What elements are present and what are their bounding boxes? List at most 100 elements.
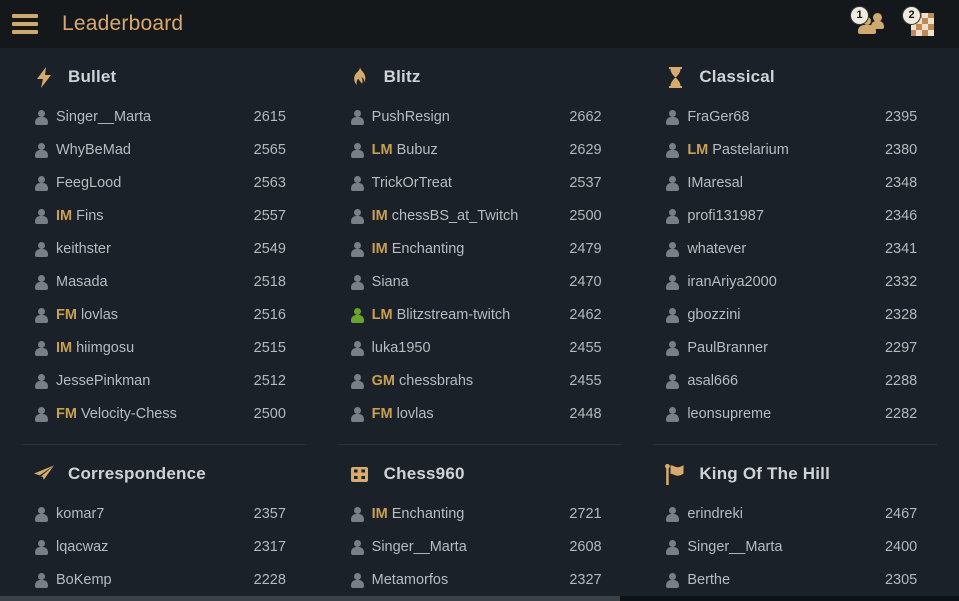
player-name[interactable]: IM Fins bbox=[56, 208, 244, 224]
leaderboard-row[interactable]: Berthe 2305 bbox=[653, 563, 937, 596]
lightning-bolt-icon bbox=[34, 66, 54, 88]
section-header[interactable]: Bullet bbox=[22, 62, 306, 100]
horizontal-scrollbar[interactable] bbox=[0, 596, 959, 601]
player-name[interactable]: Berthe bbox=[687, 572, 875, 588]
player-name[interactable]: iranAriya2000 bbox=[687, 274, 875, 290]
leaderboard-row[interactable]: leonsupreme 2282 bbox=[653, 397, 937, 430]
player-name[interactable]: TrickOrTreat bbox=[372, 175, 560, 191]
player-name[interactable]: LM Blitzstream-twitch bbox=[372, 307, 560, 323]
player-name[interactable]: asal666 bbox=[687, 373, 875, 389]
player-name[interactable]: PushResign bbox=[372, 109, 560, 125]
leaderboard-row[interactable]: Masada 2518 bbox=[22, 265, 306, 298]
player-name[interactable]: LM Bubuz bbox=[372, 142, 560, 158]
player-rating: 2327 bbox=[569, 571, 602, 588]
player-name[interactable]: Singer__Marta bbox=[687, 539, 875, 555]
leaderboard-row[interactable]: profi131987 2346 bbox=[653, 199, 937, 232]
player-rating: 2455 bbox=[569, 372, 602, 389]
leaderboard-row[interactable]: FeegLood 2563 bbox=[22, 166, 306, 199]
current-games-button[interactable]: 2 bbox=[903, 7, 939, 41]
leaderboard-row[interactable]: Singer__Marta 2615 bbox=[22, 100, 306, 133]
player-name[interactable]: IMaresal bbox=[687, 175, 875, 191]
leaderboard-row[interactable]: PaulBranner 2297 bbox=[653, 331, 937, 364]
player-name[interactable]: JessePinkman bbox=[56, 373, 244, 389]
leaderboard-row[interactable]: IM chessBS_at_Twitch 2500 bbox=[338, 199, 622, 232]
section-header[interactable]: Blitz bbox=[338, 62, 622, 100]
player-rating: 2515 bbox=[253, 339, 286, 356]
leaderboard-row[interactable]: lqacwaz 2317 bbox=[22, 530, 306, 563]
leaderboard-row[interactable]: keithster 2549 bbox=[22, 232, 306, 265]
leaderboard-row[interactable]: IM Fins 2557 bbox=[22, 199, 306, 232]
leaderboard-row[interactable]: TrickOrTreat 2537 bbox=[338, 166, 622, 199]
player-name[interactable]: FM Velocity-Chess bbox=[56, 406, 244, 422]
user-icon bbox=[350, 507, 365, 522]
leaderboard-row[interactable]: luka1950 2455 bbox=[338, 331, 622, 364]
player-name[interactable]: whatever bbox=[687, 241, 875, 257]
player-name[interactable]: keithster bbox=[56, 241, 244, 257]
leaderboard-row[interactable]: Singer__Marta 2608 bbox=[338, 530, 622, 563]
player-rating: 2341 bbox=[884, 240, 918, 257]
player-name[interactable]: IM hiimgosu bbox=[56, 340, 244, 356]
leaderboard-row[interactable]: FM lovlas 2448 bbox=[338, 397, 622, 430]
leaderboard-row[interactable]: erindreki 2467 bbox=[653, 497, 937, 530]
player-name[interactable]: profi131987 bbox=[687, 208, 875, 224]
hamburger-menu-icon[interactable] bbox=[10, 9, 40, 39]
user-icon bbox=[350, 176, 365, 191]
player-name[interactable]: gbozzini bbox=[687, 307, 875, 323]
leaderboard-row[interactable]: Singer__Marta 2400 bbox=[653, 530, 937, 563]
section-header[interactable]: Classical bbox=[653, 62, 937, 100]
player-name[interactable]: komar7 bbox=[56, 506, 244, 522]
player-name[interactable]: FM lovlas bbox=[372, 406, 560, 422]
player-name[interactable]: WhyBeMad bbox=[56, 142, 244, 158]
section-header[interactable]: King Of The Hill bbox=[653, 459, 937, 497]
leaderboard-row[interactable]: LM Bubuz 2629 bbox=[338, 133, 622, 166]
leaderboard-row[interactable]: PushResign 2662 bbox=[338, 100, 622, 133]
player-name[interactable]: FeegLood bbox=[56, 175, 244, 191]
player-name[interactable]: lqacwaz bbox=[56, 539, 244, 555]
leaderboard-row[interactable]: LM Pastelarium 2380 bbox=[653, 133, 937, 166]
player-name[interactable]: PaulBranner bbox=[687, 340, 875, 356]
leaderboard-row[interactable]: asal666 2288 bbox=[653, 364, 937, 397]
section-header[interactable]: Correspondence bbox=[22, 459, 306, 497]
player-name[interactable]: BoKemp bbox=[56, 572, 244, 588]
leaderboard-row[interactable]: JessePinkman 2512 bbox=[22, 364, 306, 397]
leaderboard-row[interactable]: BoKemp 2228 bbox=[22, 563, 306, 596]
leaderboard-row[interactable]: IMaresal 2348 bbox=[653, 166, 937, 199]
leaderboard-row[interactable]: IM hiimgosu 2515 bbox=[22, 331, 306, 364]
player-name[interactable]: FM lovlas bbox=[56, 307, 244, 323]
player-name[interactable]: GM chessbrahs bbox=[372, 373, 560, 389]
player-username: Pastelarium bbox=[712, 141, 789, 158]
leaderboard-row[interactable]: Siana 2470 bbox=[338, 265, 622, 298]
leaderboard-row[interactable]: iranAriya2000 2332 bbox=[653, 265, 937, 298]
leaderboard-row[interactable]: gbozzini 2328 bbox=[653, 298, 937, 331]
player-name[interactable]: FraGer68 bbox=[687, 109, 875, 125]
scrollbar-thumb[interactable] bbox=[0, 596, 620, 601]
leaderboard-row[interactable]: whatever 2341 bbox=[653, 232, 937, 265]
leaderboard-row[interactable]: WhyBeMad 2565 bbox=[22, 133, 306, 166]
leaderboard-row[interactable]: LM Blitzstream-twitch 2462 bbox=[338, 298, 622, 331]
player-name[interactable]: IM chessBS_at_Twitch bbox=[372, 208, 560, 224]
player-name[interactable]: luka1950 bbox=[372, 340, 560, 356]
player-name[interactable]: LM Pastelarium bbox=[687, 142, 875, 158]
leaderboard-row[interactable]: GM chessbrahs 2455 bbox=[338, 364, 622, 397]
player-name[interactable]: Singer__Marta bbox=[56, 109, 244, 125]
player-name[interactable]: IM Enchanting bbox=[372, 506, 560, 522]
leaderboard-row[interactable]: IM Enchanting 2479 bbox=[338, 232, 622, 265]
player-name[interactable]: Metamorfos bbox=[372, 572, 560, 588]
leaderboard-row[interactable]: FraGer68 2395 bbox=[653, 100, 937, 133]
player-name[interactable]: erindreki bbox=[687, 506, 875, 522]
player-name[interactable]: Siana bbox=[372, 274, 560, 290]
player-name[interactable]: Singer__Marta bbox=[372, 539, 560, 555]
leaderboard-row[interactable]: FM lovlas 2516 bbox=[22, 298, 306, 331]
leaderboard-row[interactable]: FM Velocity-Chess 2500 bbox=[22, 397, 306, 430]
player-rating: 2557 bbox=[253, 207, 286, 224]
leaderboard-row[interactable]: komar7 2357 bbox=[22, 497, 306, 530]
section-header[interactable]: Chess960 bbox=[338, 459, 622, 497]
player-name[interactable]: IM Enchanting bbox=[372, 241, 560, 257]
section-title: Classical bbox=[699, 67, 775, 86]
leaderboard-row[interactable]: Metamorfos 2327 bbox=[338, 563, 622, 596]
leaderboard-row[interactable]: IM Enchanting 2721 bbox=[338, 497, 622, 530]
player-username: erindreki bbox=[687, 505, 743, 522]
player-name[interactable]: Masada bbox=[56, 274, 244, 290]
friends-button[interactable]: 1 bbox=[851, 7, 887, 41]
player-name[interactable]: leonsupreme bbox=[687, 406, 875, 422]
